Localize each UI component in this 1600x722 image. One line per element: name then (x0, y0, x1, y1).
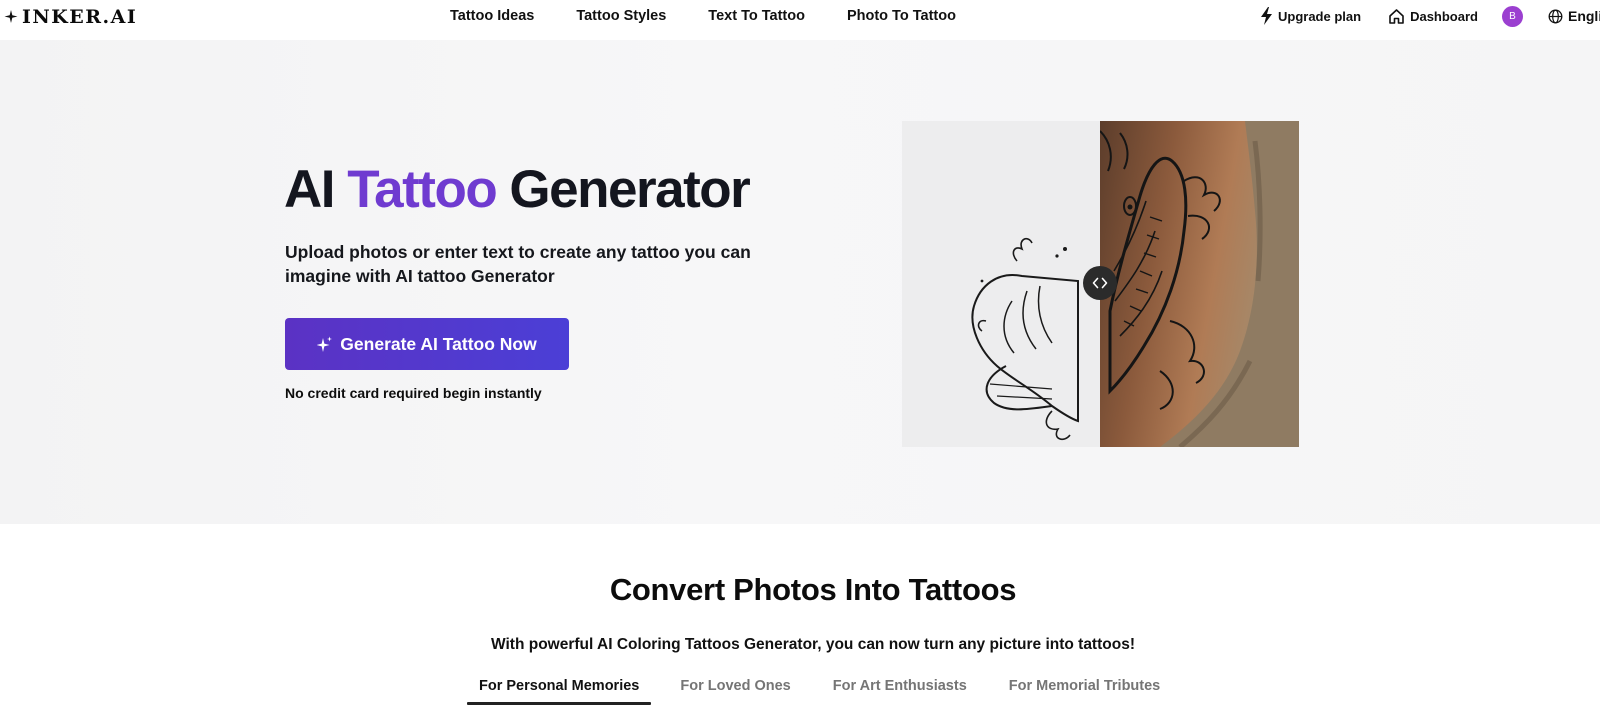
nav-photo-to-tattoo[interactable]: Photo To Tattoo (847, 6, 956, 26)
tattoo-compare-slider[interactable] (902, 121, 1299, 447)
bolt-icon (1261, 7, 1272, 25)
convert-section-title: Convert Photos Into Tattoos (609, 572, 1017, 607)
nav-right-group: Upgrade plan Dashboard B Englis (1260, 5, 1600, 27)
home-icon (1389, 8, 1404, 24)
compare-slider-handle[interactable] (1083, 266, 1117, 300)
compare-arrows-icon (1092, 277, 1108, 289)
hero-title-part1: AI (284, 160, 348, 219)
dashboard-label: Dashboard (1410, 8, 1478, 24)
use-case-tabs: For Personal Memories For Loved Ones For… (467, 677, 1160, 705)
tab-memorial-tributes[interactable]: For Memorial Tributes (1009, 677, 1160, 703)
hero-subtitle: Upload photos or enter text to create an… (285, 242, 751, 286)
generate-tattoo-label: Generate AI Tattoo Now (340, 333, 537, 354)
hero-title-part2: Generator (496, 160, 750, 219)
upgrade-plan-link[interactable]: Upgrade plan (1260, 7, 1361, 25)
tattoo-on-arm-photo (1099, 121, 1299, 447)
logo-text: INKER.AI (22, 6, 138, 28)
nav-tattoo-styles[interactable]: Tattoo Styles (576, 6, 666, 26)
tab-art-enthusiasts[interactable]: For Art Enthusiasts (833, 677, 967, 703)
sparkle-icon (317, 336, 333, 352)
convert-section-subtitle: With powerful AI Coloring Tattoos Genera… (491, 636, 1135, 653)
language-label: Englis (1567, 8, 1600, 24)
koi-sketch-illustration (971, 237, 1079, 441)
nav-tattoo-ideas[interactable]: Tattoo Ideas (450, 6, 534, 26)
koi-tattoo-illustration (1099, 121, 1299, 447)
hero-title-accent: Tattoo (347, 160, 497, 219)
tab-personal-memories[interactable]: For Personal Memories (467, 677, 652, 705)
logo[interactable]: INKER.AI (4, 3, 137, 31)
language-selector[interactable]: Englis (1548, 8, 1600, 24)
dashboard-link[interactable]: Dashboard (1388, 8, 1478, 25)
tab-loved-ones[interactable]: For Loved Ones (680, 677, 790, 703)
no-credit-card-note: No credit card required begin instantly (285, 385, 542, 401)
main-nav: Tattoo Ideas Tattoo Styles Text To Tatto… (450, 6, 956, 26)
tattoo-sketch-image (902, 121, 1100, 447)
user-avatar[interactable]: B (1501, 5, 1523, 27)
globe-icon (1548, 9, 1563, 23)
top-navbar: INKER.AI Tattoo Ideas Tattoo Styles Text… (0, 0, 1600, 40)
generate-tattoo-button[interactable]: Generate AI Tattoo Now (285, 318, 569, 370)
hero-section: AI Tattoo Generator Upload photos or ent… (0, 40, 1600, 524)
nav-text-to-tattoo[interactable]: Text To Tattoo (708, 6, 805, 26)
hero-title: AI Tattoo Generator (284, 158, 751, 222)
upgrade-plan-label: Upgrade plan (1278, 8, 1362, 24)
sparkle-icon (4, 10, 18, 23)
